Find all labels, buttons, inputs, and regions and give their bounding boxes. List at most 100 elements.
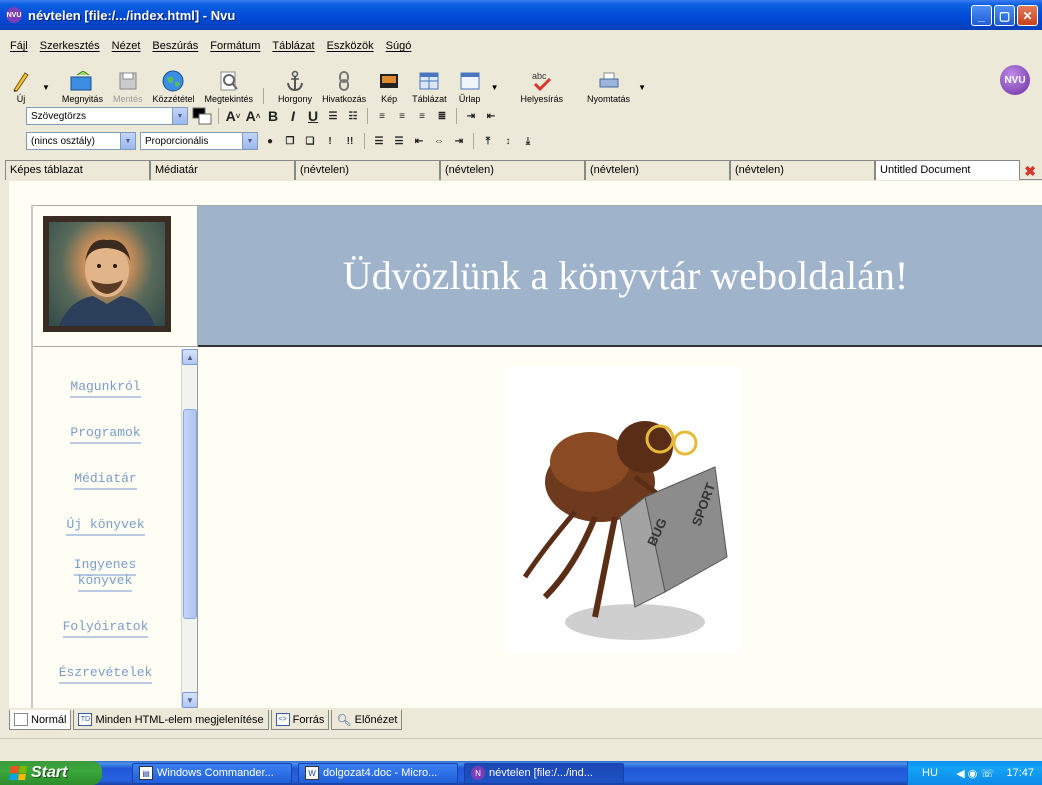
- taskbar-item-commander[interactable]: ▤ Windows Commander...: [132, 762, 292, 784]
- menu-table[interactable]: Táblázat: [266, 38, 320, 58]
- bold-icon[interactable]: B: [265, 107, 281, 125]
- bulleted-list-icon[interactable]: ☷: [345, 107, 361, 125]
- save-button[interactable]: Mentés: [111, 62, 145, 104]
- text-color-icon[interactable]: [192, 107, 212, 125]
- form-dropdown-icon[interactable]: ▼: [491, 83, 499, 92]
- anchor-icon: [282, 70, 308, 92]
- table-button[interactable]: Táblázat: [410, 62, 449, 104]
- image-button[interactable]: Kép: [374, 62, 404, 104]
- valign-top-icon[interactable]: ⤒: [480, 132, 496, 150]
- link-button[interactable]: Hivatkozás: [320, 62, 368, 104]
- align-left-icon[interactable]: ≡: [374, 107, 390, 125]
- system-tray: HU ◀ ◉ ☏ 17:47: [907, 761, 1042, 785]
- clock[interactable]: 17:47: [1006, 767, 1034, 779]
- class-select[interactable]: (nincs osztály) ▼: [26, 132, 136, 150]
- page-banner: Üdvözlünk a könyvtár weboldalán!: [198, 205, 1042, 347]
- publish-button[interactable]: Közzététel: [150, 62, 196, 104]
- align-block-left-icon[interactable]: ⇤: [411, 132, 427, 150]
- window-titlebar[interactable]: NVU névtelen [file:/.../index.html] - Nv…: [0, 0, 1042, 30]
- print-button[interactable]: Nyomtatás: [585, 62, 632, 104]
- style-icon[interactable]: ●: [262, 132, 278, 150]
- nav-link-feedback[interactable]: Észrevételek: [33, 665, 178, 684]
- valign-bottom-icon[interactable]: ⤓: [520, 132, 536, 150]
- floppy-disk-icon: [115, 70, 141, 92]
- print-dropdown-icon[interactable]: ▼: [638, 83, 646, 92]
- nav-scrollbar[interactable]: ▲ ▼: [181, 349, 197, 708]
- chevron-down-icon: ▼: [242, 133, 257, 149]
- nav-link-programs[interactable]: Programok: [33, 425, 178, 444]
- nav-link-new-books[interactable]: Új könyvek: [33, 517, 178, 536]
- very-important-icon[interactable]: !!: [342, 132, 358, 150]
- align-block-right-icon[interactable]: ⇥: [451, 132, 467, 150]
- tab-normal-mode[interactable]: Normál: [9, 710, 72, 730]
- increase-font-size-icon[interactable]: A ˄: [245, 107, 261, 125]
- list-style-icon[interactable]: ☰: [371, 132, 387, 150]
- anchor-button[interactable]: Horgony: [276, 62, 314, 104]
- menu-insert[interactable]: Beszúrás: [146, 38, 204, 58]
- outdent-icon[interactable]: ⇤: [483, 107, 499, 125]
- tab-preview-mode[interactable]: 🔍︎ Előnézet: [331, 710, 403, 730]
- open-button[interactable]: Megnyitás: [60, 62, 105, 104]
- taskbar-item-word[interactable]: W dolgozat4.doc - Micro...: [298, 762, 458, 784]
- maximize-button[interactable]: ▢: [994, 5, 1015, 26]
- font-select[interactable]: Proporcionális ▼: [140, 132, 258, 150]
- align-right-icon[interactable]: ≡: [414, 107, 430, 125]
- menu-format[interactable]: Formátum: [204, 38, 266, 58]
- decrease-font-size-icon[interactable]: A ˅: [225, 107, 241, 125]
- start-button[interactable]: Start: [0, 761, 102, 785]
- italic-icon[interactable]: I: [285, 107, 301, 125]
- new-dropdown-icon[interactable]: ▼: [42, 83, 50, 92]
- menu-help[interactable]: Súgó: [380, 38, 418, 58]
- tab-document-active[interactable]: Untitled Document: [875, 160, 1020, 180]
- scroll-down-icon[interactable]: ▼: [182, 692, 197, 708]
- important-icon[interactable]: !: [322, 132, 338, 150]
- tray-icons[interactable]: ◀ ◉ ☏: [956, 767, 994, 780]
- tab-html-tags-mode[interactable]: TD Minden HTML-elem megjelenítése: [73, 710, 269, 730]
- editor-area[interactable]: Üdvözlünk a könyvtár weboldalán! Magunkr…: [9, 181, 1042, 708]
- scroll-up-icon[interactable]: ▲: [182, 349, 197, 365]
- tab-document[interactable]: Képes táblazat: [5, 160, 150, 180]
- list-style-2-icon[interactable]: ☰: [391, 132, 407, 150]
- menu-view[interactable]: Nézet: [106, 38, 147, 58]
- indent-icon[interactable]: ⇥: [463, 107, 479, 125]
- paragraph-style-select[interactable]: Szövegtörzs ▼: [26, 107, 188, 125]
- page-icon: [14, 713, 28, 726]
- magnifier-icon: 🔍︎: [336, 712, 352, 727]
- spellcheck-button[interactable]: abc Helyesírás: [519, 62, 566, 104]
- tab-document[interactable]: Médiatár: [150, 160, 295, 180]
- tab-document[interactable]: (névtelen): [440, 160, 585, 180]
- reading-fly-image[interactable]: BUG SPORT: [505, 367, 741, 653]
- underline-icon[interactable]: U: [305, 107, 321, 125]
- numbered-list-icon[interactable]: ☰: [325, 107, 341, 125]
- copy-style-icon[interactable]: ❐: [282, 132, 298, 150]
- minimize-button[interactable]: _: [971, 5, 992, 26]
- nav-link-periodicals[interactable]: Folyóiratok: [33, 619, 178, 638]
- align-center-icon[interactable]: ≡: [394, 107, 410, 125]
- justify-icon[interactable]: ≣: [434, 107, 450, 125]
- paste-style-icon[interactable]: ❏: [302, 132, 318, 150]
- form-button[interactable]: Űrlap: [455, 62, 485, 104]
- menu-tools[interactable]: Eszközök: [321, 38, 380, 58]
- td-tag-icon: TD: [78, 713, 93, 726]
- nav-link-free-books[interactable]: Ingyenes könyvek: [65, 557, 145, 592]
- preview-button[interactable]: Megtekintés: [203, 62, 256, 104]
- menu-edit[interactable]: Szerkesztés: [34, 38, 106, 58]
- scroll-thumb[interactable]: [183, 409, 197, 619]
- valign-middle-icon[interactable]: ↕: [500, 132, 516, 150]
- menu-file[interactable]: Fájl: [4, 38, 34, 58]
- tab-source-mode[interactable]: <> Forrás: [270, 710, 330, 730]
- tab-document[interactable]: (névtelen): [295, 160, 440, 180]
- tab-document[interactable]: (névtelen): [730, 160, 875, 180]
- nvu-logo: NVU: [1000, 65, 1030, 95]
- close-tab-icon[interactable]: ✖: [1024, 163, 1036, 180]
- nav-link-media[interactable]: Médiatár: [33, 471, 178, 490]
- new-button[interactable]: Új: [6, 62, 36, 104]
- taskbar-item-nvu[interactable]: N névtelen [file:/.../ind...: [464, 762, 624, 784]
- close-button[interactable]: ✕: [1017, 5, 1038, 26]
- nvu-app-icon: N: [471, 766, 485, 780]
- portrait-image[interactable]: [43, 216, 171, 332]
- tab-document[interactable]: (névtelen): [585, 160, 730, 180]
- language-indicator[interactable]: HU: [916, 767, 944, 779]
- align-block-center-icon[interactable]: ⇔: [431, 132, 447, 150]
- nav-link-about[interactable]: Magunkról: [33, 379, 178, 398]
